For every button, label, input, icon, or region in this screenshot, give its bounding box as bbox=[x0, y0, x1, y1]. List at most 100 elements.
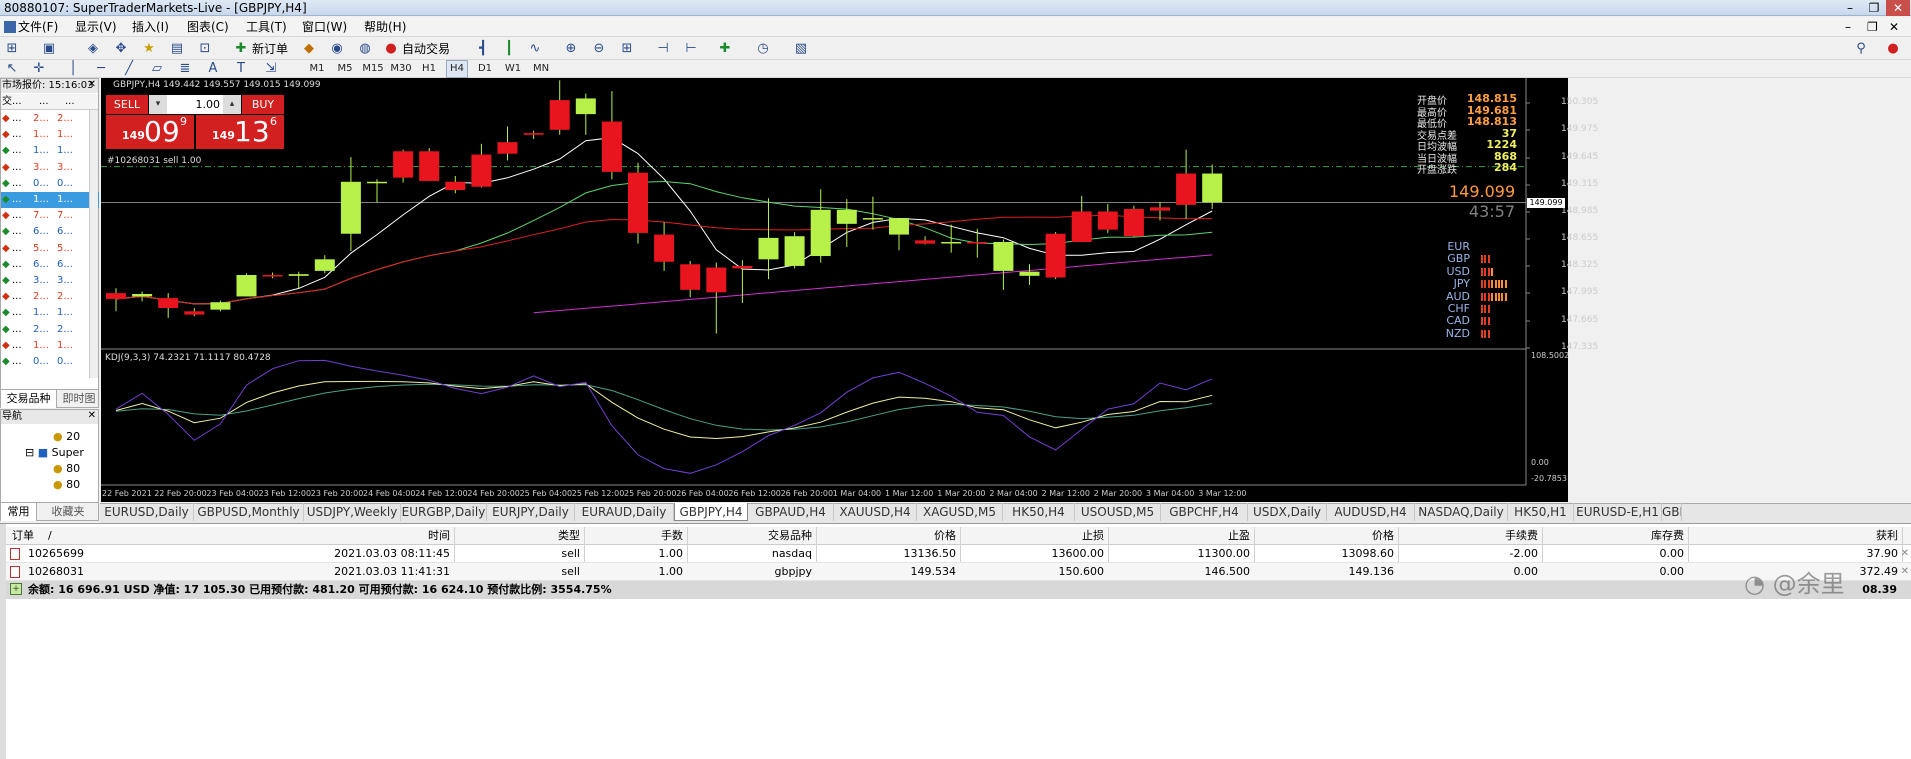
market-watch-close-icon[interactable]: ✕ bbox=[88, 79, 96, 90]
data-window-icon[interactable]: ✥ bbox=[112, 40, 130, 58]
terminal-icon[interactable]: ▤ bbox=[168, 40, 186, 58]
market-watch-row[interactable]: ◆... 1... 1... bbox=[1, 338, 99, 354]
chart-shift-icon[interactable]: ⊣ bbox=[654, 40, 672, 58]
trade-column-header[interactable]: 手续费 bbox=[1418, 527, 1538, 545]
navigator-icon[interactable]: ★ bbox=[140, 40, 158, 58]
chart-tab[interactable]: GBPJPY,H4 bbox=[674, 503, 748, 521]
chart-window[interactable]: GBPJPY,H4 149.442 149.557 149.015 149.09… bbox=[101, 78, 1598, 502]
sell-button[interactable]: SELL bbox=[106, 95, 148, 114]
bar-chart-icon[interactable]: ┫ bbox=[474, 40, 492, 58]
new-order-button[interactable]: 新订单 bbox=[252, 40, 288, 58]
new-chart-icon[interactable]: ⊞ bbox=[3, 40, 21, 58]
nav-item-1[interactable]: ● 20 bbox=[53, 430, 80, 443]
market-watch-row[interactable]: ◆... 2... 2... bbox=[1, 322, 99, 338]
tab-favorites[interactable]: 收藏夹 bbox=[41, 503, 95, 521]
lot-decrease-icon[interactable]: ▾ bbox=[149, 95, 167, 114]
market-watch-icon[interactable]: ◈ bbox=[84, 40, 102, 58]
chart-tab[interactable]: EURAUD,Daily bbox=[575, 503, 674, 521]
channel-icon[interactable]: ▱ bbox=[148, 60, 166, 78]
trade-column-header[interactable]: 获利 bbox=[1778, 527, 1898, 545]
chart-tab[interactable]: AUDUSD,H4 bbox=[1327, 503, 1415, 521]
order-line-label[interactable]: #10268031 sell 1.00 bbox=[107, 156, 201, 166]
auto-scroll-icon[interactable]: ⊢ bbox=[682, 40, 700, 58]
text-icon[interactable]: A bbox=[204, 60, 222, 78]
chart-tab[interactable]: GBPAUD,H4 bbox=[748, 503, 834, 521]
market-watch-row[interactable]: ◆... 6... 6... bbox=[1, 224, 99, 240]
trade-column-header[interactable]: 价格 bbox=[836, 527, 956, 545]
menu-tools[interactable]: 工具(T) bbox=[246, 19, 287, 35]
trendline-icon[interactable]: ╱ bbox=[120, 60, 138, 78]
chart-tab[interactable]: XAGUSD,M5 bbox=[917, 503, 1003, 521]
tile-windows-icon[interactable]: ⊞ bbox=[618, 40, 636, 58]
indicators-icon[interactable]: ✚ bbox=[716, 40, 734, 58]
buy-button[interactable]: BUY bbox=[242, 95, 284, 114]
tf-m5[interactable]: M5 bbox=[334, 60, 356, 78]
candlestick-icon[interactable]: ┃ bbox=[500, 40, 518, 58]
market-watch-row[interactable]: ◆... 1... 1... bbox=[1, 143, 99, 159]
restore-icon[interactable]: ❐ bbox=[1862, 0, 1886, 16]
chart-tab[interactable]: XAUUSD,H4 bbox=[834, 503, 917, 521]
market-watch-row[interactable]: ◆... 2... 2... bbox=[1, 289, 99, 305]
close-icon[interactable]: ✕ bbox=[1886, 0, 1910, 16]
mdi-restore-icon[interactable]: ❐ bbox=[1867, 19, 1878, 35]
market-watch-scrollbar[interactable] bbox=[89, 110, 98, 378]
chart-tab[interactable]: EURUSD-E,H1 bbox=[1574, 503, 1662, 521]
trade-row[interactable]: 10268031 2021.03.03 11:41:31 sell 1.00 gbpjp… bbox=[6, 563, 1911, 581]
menu-view[interactable]: 显示(V) bbox=[75, 19, 117, 35]
trade-row[interactable]: 10265699 2021.03.03 08:11:45 sell 1.00 nasda… bbox=[6, 545, 1911, 563]
horizontal-line-icon[interactable]: ─ bbox=[92, 60, 110, 78]
trade-column-header[interactable]: 时间 bbox=[330, 527, 450, 545]
chart-tab[interactable]: EURJPY,Daily bbox=[487, 503, 575, 521]
cursor-icon[interactable]: ↖ bbox=[3, 60, 21, 78]
tf-m30[interactable]: M30 bbox=[390, 60, 412, 78]
auto-trading-icon[interactable]: ● bbox=[382, 40, 400, 58]
chart-tab[interactable]: USDJPY,Weekly bbox=[304, 503, 401, 521]
chart-tab[interactable]: GBP bbox=[1662, 503, 1682, 521]
market-watch-row[interactable]: ◆... 2... 2... bbox=[1, 111, 99, 127]
tf-d1[interactable]: D1 bbox=[474, 60, 496, 78]
tab-common[interactable]: 常用 bbox=[1, 503, 37, 521]
chart-tab[interactable]: EURUSD,Daily bbox=[100, 503, 194, 521]
new-order-icon[interactable]: ✚ bbox=[232, 40, 250, 58]
lot-input[interactable]: 1.00 bbox=[167, 95, 223, 114]
fibonacci-icon[interactable]: ≣ bbox=[176, 60, 194, 78]
chart-tab[interactable]: HK50,H4 bbox=[1003, 503, 1075, 521]
chart-tab[interactable]: NASDAQ,Daily bbox=[1415, 503, 1508, 521]
buy-price-box[interactable]: 149 13 6 bbox=[196, 115, 284, 149]
menu-window[interactable]: 窗口(W) bbox=[302, 19, 347, 35]
chart-tab[interactable]: USDX,Daily bbox=[1248, 503, 1327, 521]
menu-help[interactable]: 帮助(H) bbox=[364, 19, 406, 35]
metaeditor-icon[interactable]: ◆ bbox=[300, 40, 318, 58]
nav-item-2[interactable]: ⊟ ■ Super bbox=[25, 446, 84, 459]
market-watch-row[interactable]: ◆... 3... 3... bbox=[1, 160, 99, 176]
minimize-icon[interactable]: – bbox=[1838, 0, 1862, 16]
market-watch-row[interactable]: ◆... 1... 1... bbox=[1, 192, 99, 208]
auto-trading-button[interactable]: 自动交易 bbox=[402, 40, 450, 58]
zoom-in-icon[interactable]: ⊕ bbox=[562, 40, 580, 58]
chart-tab[interactable]: GBPUSD,Monthly bbox=[194, 503, 304, 521]
market-watch-row[interactable]: ◆... 6... 6... bbox=[1, 257, 99, 273]
chart-tab[interactable]: EURGBP,Daily bbox=[401, 503, 487, 521]
tf-mn[interactable]: MN bbox=[530, 60, 552, 78]
profiles-icon[interactable]: ▣ bbox=[40, 40, 58, 58]
market-icon[interactable]: ◍ bbox=[356, 40, 374, 58]
mdi-minimize-icon[interactable]: – bbox=[1845, 19, 1851, 35]
market-watch-row[interactable]: ◆... 0... 0... bbox=[1, 176, 99, 192]
market-watch-row[interactable]: ◆... 1... 1... bbox=[1, 305, 99, 321]
tab-tick-chart[interactable]: 即时图 bbox=[61, 390, 97, 408]
tf-m15[interactable]: M15 bbox=[362, 60, 384, 78]
trade-column-header[interactable]: 库存费 bbox=[1564, 527, 1684, 545]
tester-icon[interactable]: ⊡ bbox=[196, 40, 214, 58]
menu-charts[interactable]: 图表(C) bbox=[187, 19, 229, 35]
arrows-icon[interactable]: ⇲ bbox=[262, 60, 280, 78]
chart-tab[interactable]: HK50,H1 bbox=[1508, 503, 1574, 521]
templates-icon[interactable]: ▧ bbox=[792, 40, 810, 58]
navigator-close-icon[interactable]: ✕ bbox=[88, 410, 96, 421]
zoom-out-icon[interactable]: ⊖ bbox=[590, 40, 608, 58]
signals-icon[interactable]: ◉ bbox=[328, 40, 346, 58]
close-order-icon[interactable]: ✕ bbox=[1901, 545, 1909, 563]
market-watch-row[interactable]: ◆... 7... 7... bbox=[1, 208, 99, 224]
nav-item-3[interactable]: ● 80 bbox=[53, 462, 80, 475]
line-chart-icon[interactable]: ∿ bbox=[526, 40, 544, 58]
price-chart[interactable] bbox=[101, 78, 1568, 502]
